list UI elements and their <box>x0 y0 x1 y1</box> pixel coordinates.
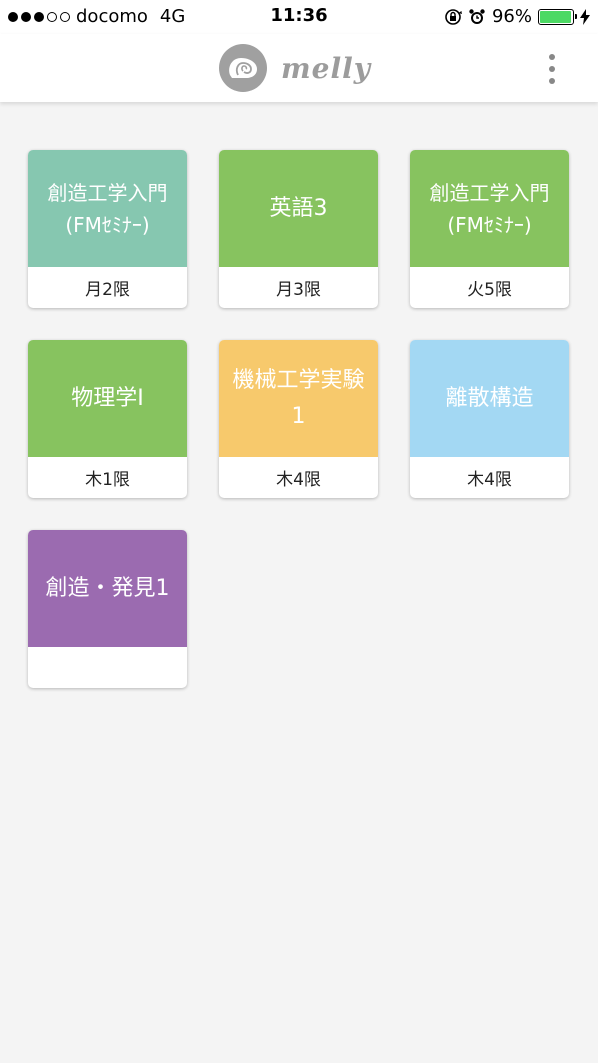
battery-percent: 96% <box>491 6 532 27</box>
alarm-icon <box>469 8 485 24</box>
course-card[interactable]: 離散構造 木4限 <box>410 340 569 498</box>
course-card[interactable]: 創造工学入門 (FMｾﾐﾅｰ) 月2限 <box>28 150 187 308</box>
course-card[interactable]: 物理学I 木1限 <box>28 340 187 498</box>
battery-icon <box>538 8 577 25</box>
more-vertical-icon <box>549 54 555 60</box>
course-title: 創造工学入門 (FMｾﾐﾅｰ) <box>28 150 187 267</box>
course-period: 木4限 <box>467 470 512 490</box>
course-card[interactable]: 機械工学実験 1 木4限 <box>219 340 378 498</box>
status-right: 96% <box>444 6 590 27</box>
course-title: 英語3 <box>219 150 378 267</box>
course-title: 創造工学入門 (FMｾﾐﾅｰ) <box>410 150 569 267</box>
battery-fill <box>540 10 571 23</box>
course-period: 木1限 <box>85 470 130 490</box>
charging-bolt-icon <box>580 8 590 25</box>
brand-name: melly <box>281 51 371 85</box>
course-period: 火5限 <box>467 280 512 300</box>
course-title: 機械工学実験 1 <box>219 340 378 457</box>
course-title: 物理学I <box>28 340 187 457</box>
app-header: melly <box>0 34 598 102</box>
more-menu-button[interactable] <box>546 54 558 84</box>
course-title: 離散構造 <box>410 340 569 457</box>
course-card[interactable]: 創造・発見1 <box>28 530 187 688</box>
ammonite-shell-icon <box>219 44 267 92</box>
rotation-lock-icon <box>445 8 462 25</box>
course-grid: 創造工学入門 (FMｾﾐﾅｰ) 月2限 英語3 月3限 創造工学入門 (FMｾﾐﾅｰ… <box>28 150 569 688</box>
course-title: 創造・発見1 <box>28 530 187 647</box>
course-card[interactable]: 創造工学入門 (FMｾﾐﾅｰ) 火5限 <box>410 150 569 308</box>
course-period: 木4限 <box>276 470 321 490</box>
course-period <box>28 647 187 688</box>
status-bar: docomo 4G 11:36 96% <box>0 0 598 34</box>
course-period: 月2限 <box>85 280 130 300</box>
course-card[interactable]: 英語3 月3限 <box>219 150 378 308</box>
app-logo[interactable]: melly <box>219 44 371 92</box>
course-period: 月3限 <box>276 280 321 300</box>
